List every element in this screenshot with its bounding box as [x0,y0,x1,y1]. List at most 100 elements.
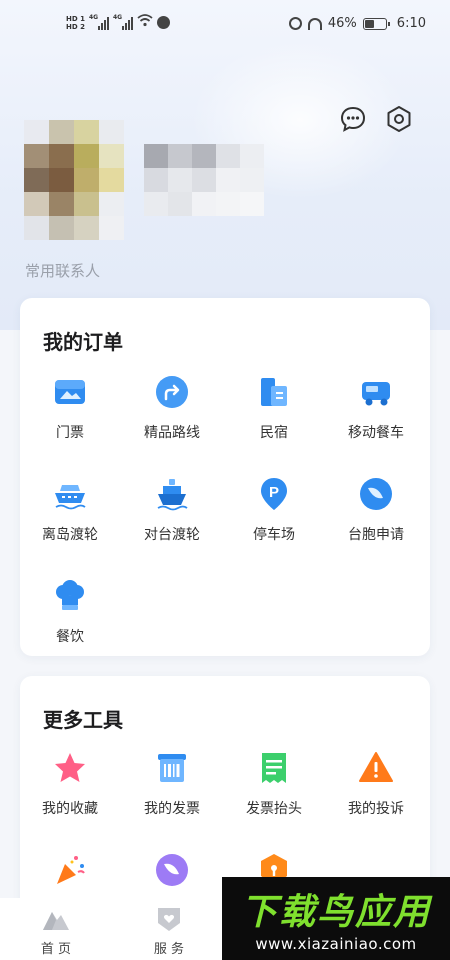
avatar-pixel [74,120,99,144]
order-item-label: 移动餐车 [348,425,404,441]
name-pixel [192,168,216,192]
name-pixel [240,144,264,168]
chef-hat-icon [56,580,84,610]
order-item-homestay[interactable]: 民宿 [224,374,324,442]
service-shield-icon [158,908,180,931]
order-item-dining[interactable]: 餐饮 [20,578,120,646]
watermark-logo: 下载鸟应用 www.xiazainiao.com [222,877,450,960]
svg-text:P: P [269,484,279,501]
order-item-label: 民宿 [260,425,288,441]
order-item-label: 台胞申请 [348,527,404,543]
avatar-pixel [99,168,124,192]
ticket-image-icon [55,380,85,404]
avatar-pixel [74,144,99,168]
avatar-pixel [24,120,49,144]
avatar-pixel [24,216,49,240]
avatar-pixel [99,192,124,216]
order-item-taiwan-ferry[interactable]: 对台渡轮 [122,476,222,544]
name-pixel [240,168,264,192]
name-pixel [192,144,216,168]
name-pixel [216,144,240,168]
wifi-icon [137,14,153,31]
order-item-label: 精品路线 [144,425,200,441]
frequent-contacts-link[interactable]: 常用联系人 [25,260,100,281]
tool-item-party[interactable] [20,852,120,888]
route-arrow-icon [156,376,188,408]
party-popper-icon [57,856,85,884]
star-icon [55,753,85,782]
tool-item-invoice-title[interactable]: 发票抬头 [224,750,324,818]
tool-item-purple[interactable] [122,852,222,888]
avatar-pixel [24,192,49,216]
tab-services[interactable]: 服 务 [139,906,199,957]
hd-1-label: HD 1 [66,14,85,23]
avatar-pixel [49,192,74,216]
status-right: 46% 6:10 [288,16,426,31]
chat-bubble-icon[interactable] [339,105,367,133]
tab-home[interactable]: 首 页 [26,906,86,957]
alarm-icon [288,17,302,30]
signal-icon-2: 4G [113,14,133,30]
tool-item-label: 发票抬头 [246,801,302,817]
order-item-food-truck[interactable]: 移动餐车 [326,374,426,442]
avatar-pixel [74,168,99,192]
avatar[interactable] [24,120,124,240]
name-pixel [216,168,240,192]
order-item-label: 对台渡轮 [144,527,200,543]
tab-label: 服 务 [153,942,185,957]
clock-time: 6:10 [396,16,426,31]
user-name-blurred [144,144,264,216]
name-pixel [168,192,192,216]
order-item-label: 离岛渡轮 [42,527,98,543]
tab-label: 首 页 [40,942,72,957]
avatar-pixel [74,216,99,240]
home-mountain-icon [43,912,69,930]
parking-pin-icon: P [261,478,287,510]
avatar-pixel [99,216,124,240]
settings-hexagon-icon[interactable] [385,105,413,133]
hd-indicator: HD 1 HD 2 [66,15,85,31]
name-pixel [144,192,168,216]
ferry-icon [55,485,86,510]
avatar-pixel [99,120,124,144]
hd-2-label: HD 2 [66,22,85,31]
tool-item-complaints[interactable]: 我的投诉 [326,750,426,818]
name-pixel [216,192,240,216]
tool-item-favorites[interactable]: 我的收藏 [20,750,120,818]
avatar-pixel [49,216,74,240]
tool-item-label: 我的收藏 [42,801,98,817]
avatar-pixel [99,144,124,168]
name-pixel [192,192,216,216]
battery-icon [362,17,390,30]
avatar-pixel [49,144,74,168]
order-item-routes[interactable]: 精品路线 [122,374,222,442]
watermark-title: 下载鸟应用 [240,892,431,933]
order-item-island-ferry[interactable]: 离岛渡轮 [20,476,120,544]
invoice-barcode-icon [158,754,186,782]
order-item-label: 门票 [56,425,84,441]
avatar-pixel [24,168,49,192]
speedometer-icon [307,17,322,30]
tool-item-invoices[interactable]: 我的发票 [122,750,222,818]
order-item-compatriot-application[interactable]: 台胞申请 [326,476,426,544]
order-item-label: 停车场 [253,527,295,543]
tool-item-label: 我的发票 [144,801,200,817]
name-pixel [168,144,192,168]
avatar-pixel [74,192,99,216]
food-truck-icon [362,382,390,406]
order-item-tickets[interactable]: 门票 [20,374,120,442]
orders-title: 我的订单 [43,330,123,354]
invoice-title-icon [262,753,286,783]
purple-leaf-icon [156,854,188,886]
tools-title: 更多工具 [43,708,123,732]
order-item-label: 餐饮 [56,629,84,645]
ship-icon [157,479,188,511]
my-orders-card: 我的订单 门票 精品路线 民宿 移动餐车 离岛渡轮 对台渡轮 P 停车场 台胞申… [20,298,430,656]
signal-1-label: 4G [88,13,99,21]
avatar-pixel [49,168,74,192]
globe-icon [156,16,170,29]
tool-item-label: 我的投诉 [348,801,404,817]
status-left: HD 1 HD 2 4G 4G [66,14,170,31]
name-pixel [144,168,168,192]
order-item-parking[interactable]: P 停车场 [224,476,324,544]
